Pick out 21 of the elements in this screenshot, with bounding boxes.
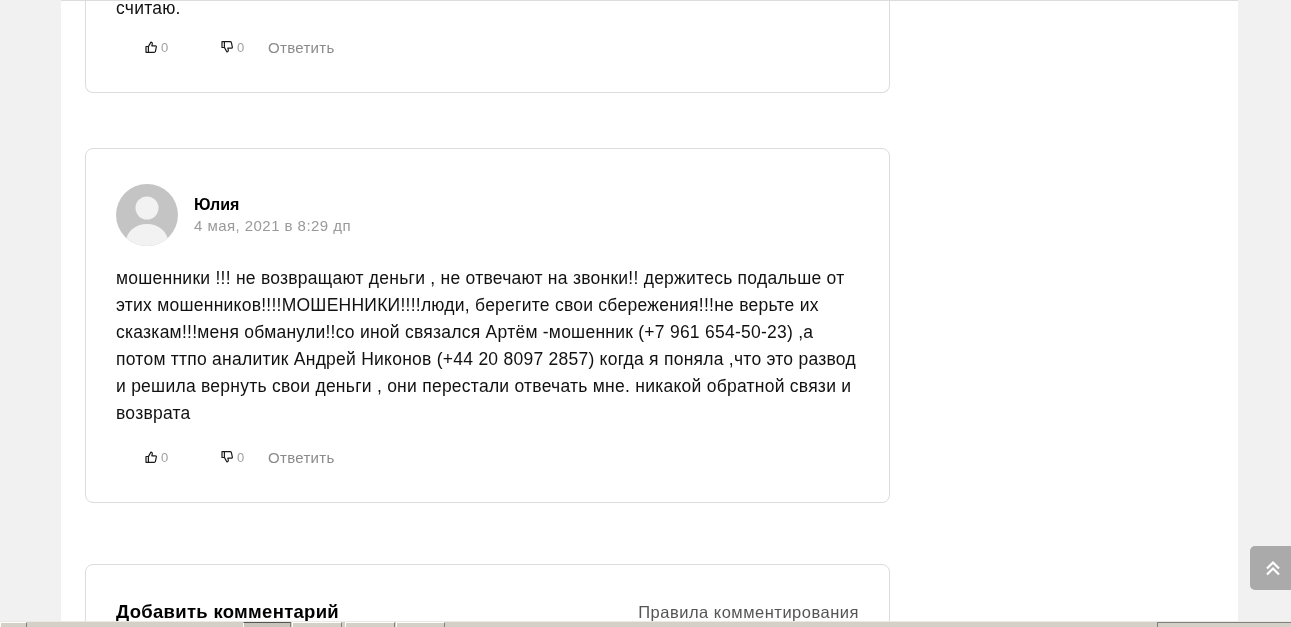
comment-text: считаю.	[116, 1, 182, 15]
rules-link[interactable]: Правила комментирования	[638, 602, 859, 622]
like-button[interactable]: 0	[145, 449, 221, 465]
taskbar-button[interactable]	[243, 622, 291, 627]
thumbs-up-icon	[145, 41, 157, 53]
comment-date: 4 мая, 2021 в 8:29 дп	[194, 215, 351, 236]
comment-text: мошенники !!! не возвращают деньги , не отвечают на звонки!! держитесь подальше от этих мошенников!!!!МОШЕННИКИ!!!!люди, берегите свои сбережения!!!не верьте их сказкам!!!меня обманули!!со иной связался Артём -мошенник (+7 961 654-50-23) ,а потом ттпо аналитик Андрей Никонов (+44 20 8097 2857) когда я поняла ,что это развод и решила вернуть свои деньги , они перестали отвечать мне. никакой обратной связи и возврата	[116, 267, 857, 425]
start-button[interactable]	[0, 622, 27, 627]
dislike-button[interactable]: 0	[221, 449, 268, 465]
thumbs-down-icon	[221, 451, 233, 463]
like-button[interactable]: 0	[145, 39, 221, 55]
author-name: Юлия	[194, 194, 241, 215]
thumbs-up-icon	[145, 451, 157, 463]
double-chevron-up-icon	[1265, 560, 1281, 576]
avatar-icon	[116, 184, 178, 246]
dislike-button[interactable]: 0	[221, 39, 268, 55]
form-title: Добавить комментарий	[116, 601, 340, 623]
reply-link[interactable]: Ответить	[268, 448, 335, 466]
scroll-to-top-button[interactable]	[1250, 546, 1291, 590]
thumbs-down-icon	[221, 41, 233, 53]
reply-link[interactable]: Ответить	[268, 38, 335, 56]
